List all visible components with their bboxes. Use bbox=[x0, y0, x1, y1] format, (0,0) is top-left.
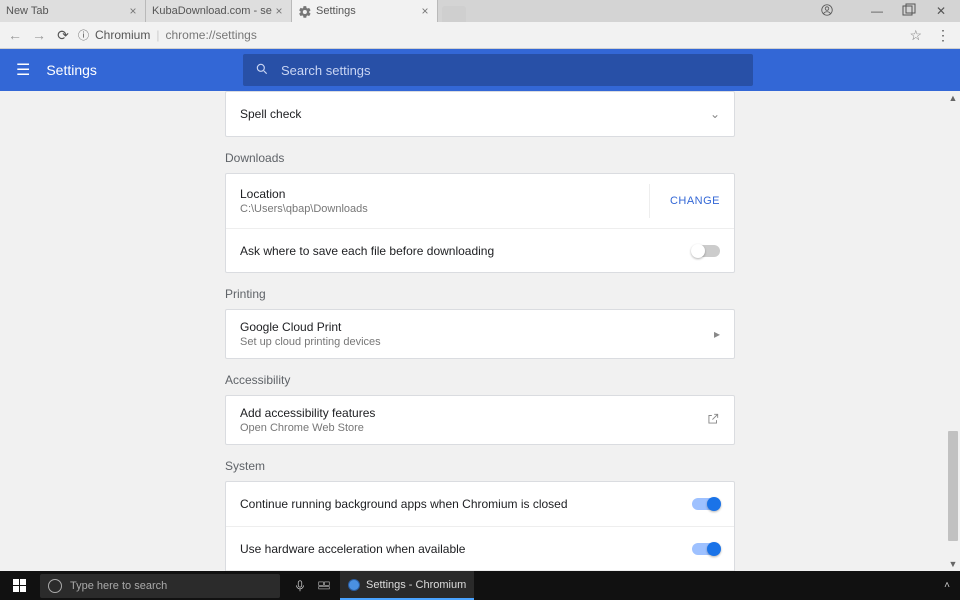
settings-header: ☰ Settings bbox=[0, 49, 960, 91]
windows-logo-icon bbox=[13, 579, 26, 592]
tab-settings[interactable]: Settings × bbox=[292, 0, 438, 22]
address-bar: ← → ⟳ ⓘ Chromium | chrome://settings ☆ ⋮ bbox=[0, 22, 960, 49]
tab-new-tab[interactable]: New Tab × bbox=[0, 0, 146, 22]
mic-icon[interactable] bbox=[288, 571, 312, 600]
scheme-label: Chromium bbox=[95, 28, 150, 42]
forward-button[interactable]: → bbox=[30, 26, 48, 44]
add-accessibility-label: Add accessibility features bbox=[240, 406, 375, 420]
hardware-accel-toggle[interactable] bbox=[692, 543, 720, 555]
location-label: Location bbox=[240, 187, 368, 201]
kebab-menu-icon[interactable]: ⋮ bbox=[936, 27, 950, 44]
location-value: C:\Users\qbap\Downloads bbox=[240, 203, 368, 215]
settings-search[interactable] bbox=[243, 54, 753, 86]
taskbar-search[interactable]: Type here to search bbox=[40, 574, 280, 598]
system-card: Continue running background apps when Ch… bbox=[225, 481, 735, 571]
spellcheck-card: Spell check ⌄ bbox=[225, 91, 735, 137]
scroll-down-icon[interactable]: ▼ bbox=[946, 557, 960, 571]
chevron-down-icon: ⌄ bbox=[710, 107, 720, 121]
close-icon[interactable]: × bbox=[273, 5, 285, 17]
printing-card: Google Cloud Print Set up cloud printing… bbox=[225, 309, 735, 359]
hardware-accel-label: Use hardware acceleration when available bbox=[240, 542, 465, 556]
background-apps-row[interactable]: Continue running background apps when Ch… bbox=[226, 482, 734, 526]
section-title-printing: Printing bbox=[225, 287, 735, 301]
tab-kubadownload[interactable]: KubaDownload.com - se × bbox=[146, 0, 292, 22]
site-info[interactable]: ⓘ Chromium | chrome://settings bbox=[78, 27, 257, 43]
tray-chevron-up-icon[interactable]: ˄ bbox=[944, 580, 950, 591]
google-cloud-print-row[interactable]: Google Cloud Print Set up cloud printing… bbox=[226, 310, 734, 358]
settings-body: Spell check ⌄ Downloads Location C:\User… bbox=[0, 91, 960, 571]
minimize-icon[interactable]: — bbox=[870, 4, 884, 18]
maximize-icon[interactable] bbox=[902, 3, 916, 20]
background-apps-label: Continue running background apps when Ch… bbox=[240, 497, 568, 511]
close-icon[interactable]: × bbox=[419, 5, 431, 17]
ask-save-toggle[interactable] bbox=[692, 245, 720, 257]
account-icon[interactable] bbox=[820, 3, 834, 20]
cortana-icon bbox=[48, 579, 62, 593]
browser-tab-strip: New Tab × KubaDownload.com - se × Settin… bbox=[0, 0, 960, 22]
page-title: Settings bbox=[46, 62, 97, 78]
windows-taskbar: Type here to search Settings - Chromium … bbox=[0, 571, 960, 600]
task-view-icon[interactable] bbox=[312, 571, 336, 600]
ask-save-label: Ask where to save each file before downl… bbox=[240, 244, 494, 258]
start-button[interactable] bbox=[0, 571, 38, 600]
gcp-label: Google Cloud Print bbox=[240, 320, 381, 334]
window-close-icon[interactable]: ✕ bbox=[934, 4, 948, 18]
chromium-icon bbox=[348, 579, 360, 591]
info-icon: ⓘ bbox=[78, 27, 89, 43]
scroll-up-icon[interactable]: ▲ bbox=[946, 91, 960, 105]
scrollbar-thumb[interactable] bbox=[948, 431, 958, 541]
search-icon bbox=[255, 62, 269, 79]
taskbar-search-placeholder: Type here to search bbox=[70, 580, 167, 592]
external-link-icon bbox=[706, 412, 720, 429]
system-tray[interactable]: ˄ bbox=[934, 571, 960, 600]
reload-button[interactable]: ⟳ bbox=[54, 26, 72, 44]
downloads-card: Location C:\Users\qbap\Downloads CHANGE … bbox=[225, 173, 735, 273]
ask-save-row[interactable]: Ask where to save each file before downl… bbox=[226, 228, 734, 272]
taskbar-app-chromium[interactable]: Settings - Chromium bbox=[340, 571, 474, 600]
tab-title: Settings bbox=[316, 5, 419, 17]
back-button[interactable]: ← bbox=[6, 26, 24, 44]
section-title-system: System bbox=[225, 459, 735, 473]
section-title-downloads: Downloads bbox=[225, 151, 735, 165]
taskbar-app-title: Settings - Chromium bbox=[366, 579, 466, 591]
download-location-row: Location C:\Users\qbap\Downloads CHANGE bbox=[226, 174, 734, 228]
change-button[interactable]: CHANGE bbox=[670, 195, 720, 207]
hardware-accel-row[interactable]: Use hardware acceleration when available bbox=[226, 526, 734, 570]
add-accessibility-sub: Open Chrome Web Store bbox=[240, 422, 375, 434]
spellcheck-row[interactable]: Spell check ⌄ bbox=[226, 92, 734, 136]
gear-icon bbox=[298, 5, 310, 17]
close-icon[interactable]: × bbox=[127, 5, 139, 17]
spellcheck-label: Spell check bbox=[240, 107, 301, 121]
window-controls: — ✕ bbox=[820, 0, 960, 22]
tab-title: KubaDownload.com - se bbox=[152, 5, 273, 17]
background-apps-toggle[interactable] bbox=[692, 498, 720, 510]
hamburger-icon[interactable]: ☰ bbox=[16, 60, 30, 80]
chevron-right-icon: ▸ bbox=[714, 327, 720, 341]
new-tab-button[interactable] bbox=[442, 6, 466, 22]
bookmark-star-icon[interactable]: ☆ bbox=[909, 27, 922, 44]
tab-title: New Tab bbox=[6, 5, 127, 17]
section-title-accessibility: Accessibility bbox=[225, 373, 735, 387]
add-accessibility-row[interactable]: Add accessibility features Open Chrome W… bbox=[226, 396, 734, 444]
vertical-scrollbar[interactable]: ▲ ▼ bbox=[946, 91, 960, 571]
url-text[interactable]: chrome://settings bbox=[165, 28, 256, 42]
gcp-sub: Set up cloud printing devices bbox=[240, 336, 381, 348]
accessibility-card: Add accessibility features Open Chrome W… bbox=[225, 395, 735, 445]
search-input[interactable] bbox=[281, 63, 741, 78]
